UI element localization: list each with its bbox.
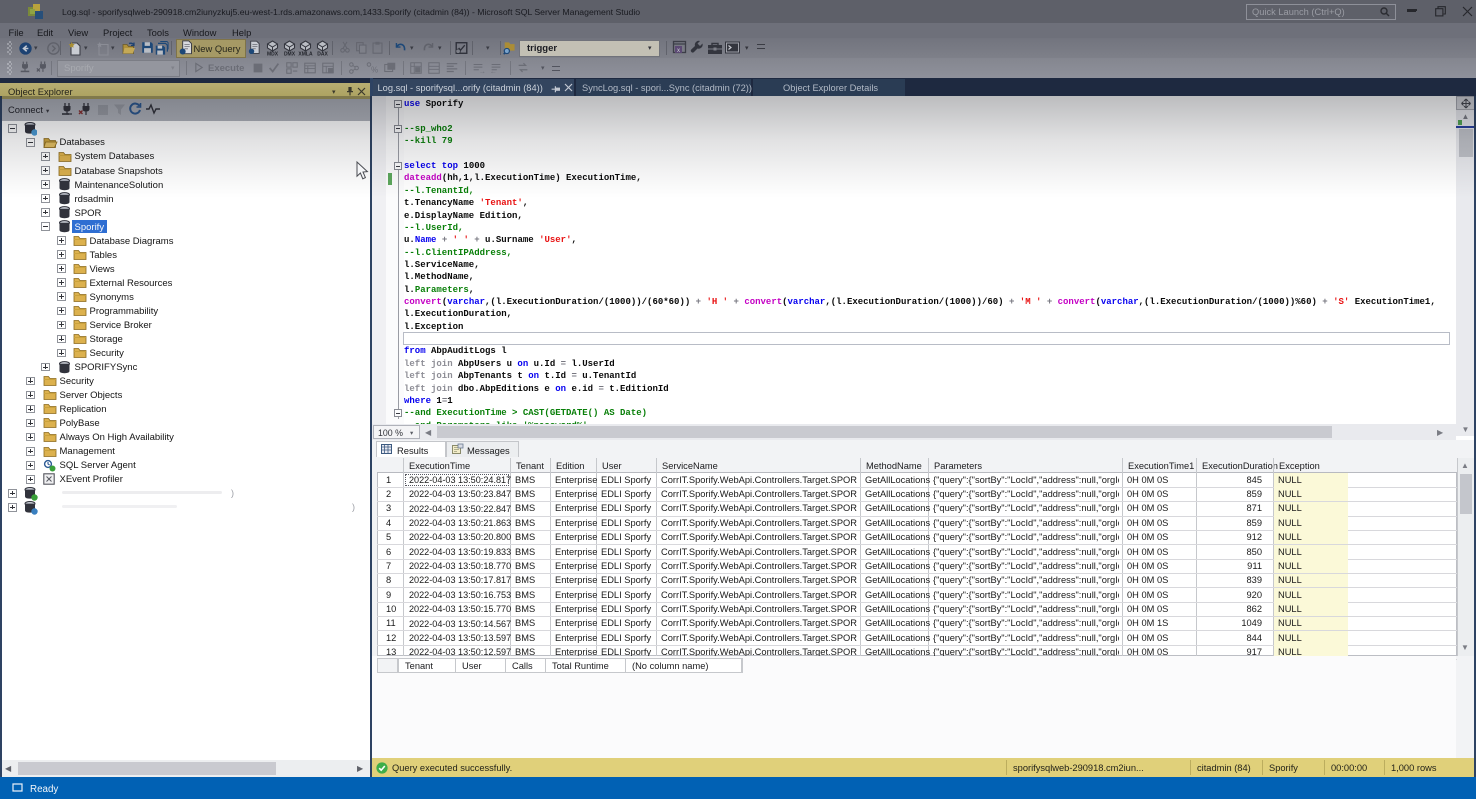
svg-text:MDX: MDX bbox=[267, 52, 279, 58]
svg-text:x: x bbox=[677, 48, 680, 54]
svg-text:DMX: DMX bbox=[284, 52, 296, 58]
svg-text:→: → bbox=[479, 68, 486, 75]
svg-text:DAX: DAX bbox=[317, 52, 328, 58]
svg-text:←: ← bbox=[490, 68, 497, 75]
svg-text:%: % bbox=[371, 65, 378, 74]
svg-text:XMLA: XMLA bbox=[299, 52, 314, 58]
